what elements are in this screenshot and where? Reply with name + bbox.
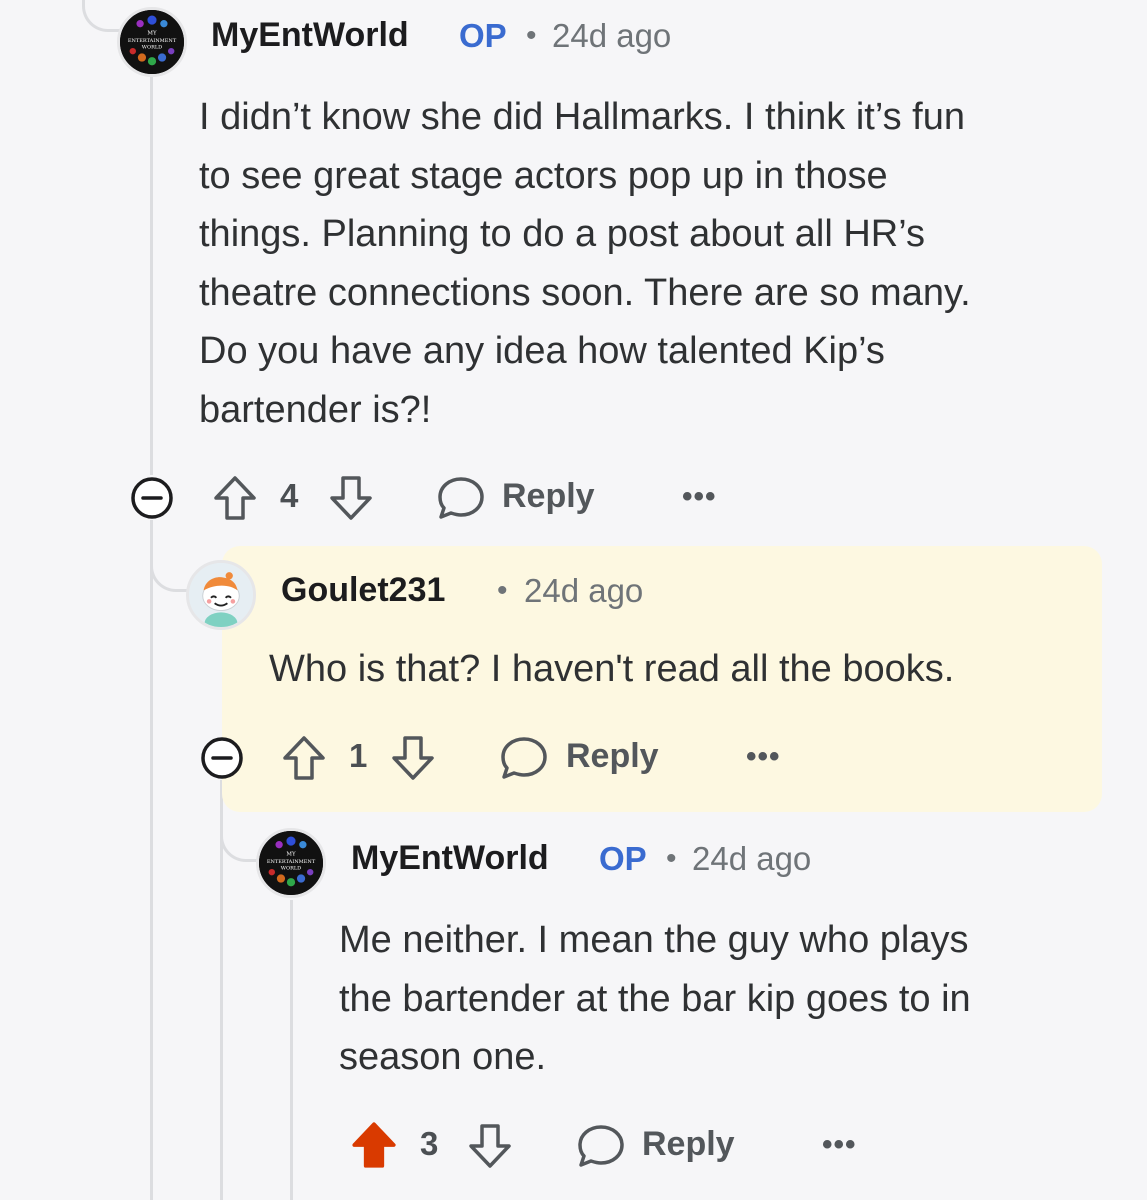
thread-line-level1-lower [150, 520, 153, 1200]
logo-text-1: MY [286, 852, 296, 858]
thread-line-level1 [150, 75, 153, 475]
reply-label: Reply [502, 477, 595, 515]
comment-body: Me neither. I mean the guy who plays the… [339, 911, 1119, 1087]
separator-dot: • [526, 19, 537, 52]
collapse-icon[interactable] [130, 476, 174, 520]
vote-count: 4 [280, 477, 299, 514]
username[interactable]: MyEntWorld [211, 16, 409, 55]
logo-text-3: WORLD [281, 865, 301, 871]
comment-line: bartender is?! [199, 388, 432, 431]
separator-dot: • [497, 574, 508, 607]
comment-line: theatre connections soon. There are so m… [199, 271, 971, 314]
more-options-icon[interactable]: ••• [746, 740, 781, 774]
timestamp[interactable]: 24d ago [552, 17, 671, 55]
logo-text-3: WORLD [142, 44, 162, 50]
timestamp[interactable]: 24d ago [524, 572, 643, 610]
downvote-icon[interactable] [467, 1122, 513, 1170]
comment-body: I didn’t know she did Hallmarks. I think… [199, 88, 1099, 439]
comment-line: Me neither. I mean the guy who plays [339, 919, 969, 961]
thread-connector-top [82, 0, 122, 32]
upvote-icon[interactable] [281, 734, 327, 782]
timestamp[interactable]: 24d ago [692, 840, 811, 878]
username[interactable]: MyEntWorld [351, 839, 549, 878]
comment-line: things. Planning to do a post about all … [199, 213, 925, 255]
snoo-avatar-icon [189, 563, 253, 627]
downvote-icon[interactable] [390, 734, 436, 782]
op-badge: OP [459, 17, 507, 54]
comment-line: the bartender at the bar kip goes to in [339, 977, 971, 1020]
reply-label: Reply [642, 1125, 735, 1163]
avatar[interactable]: MY ENTERTAINMENT WORLD [117, 7, 187, 77]
comment-bubble-icon [578, 1125, 624, 1167]
thread-line-level3 [290, 900, 293, 1200]
entertainment-world-logo-icon: MY ENTERTAINMENT WORLD [259, 831, 323, 895]
comment-line: I didn’t know she did Hallmarks. I think… [199, 96, 965, 138]
comment-bubble-icon [501, 737, 547, 779]
logo-text-2: ENTERTAINMENT [267, 859, 316, 865]
comment-line: Who is that? I haven't read all the book… [269, 648, 955, 690]
more-options-icon[interactable]: ••• [822, 1128, 857, 1162]
username[interactable]: Goulet231 [281, 571, 445, 610]
upvote-icon[interactable] [212, 474, 258, 522]
more-options-icon[interactable]: ••• [682, 480, 717, 514]
downvote-icon[interactable] [328, 474, 374, 522]
thread-connector-goulet [150, 520, 188, 592]
logo-text-1: MY [147, 31, 157, 37]
comment-line: Do you have any idea how talented Kip’s [199, 330, 885, 372]
separator-dot: • [666, 842, 677, 875]
comment-line: season one. [339, 1036, 547, 1078]
vote-count: 3 [420, 1125, 439, 1162]
comment-line: to see great stage actors pop up in thos… [199, 154, 888, 197]
logo-text-2: ENTERTAINMENT [128, 38, 177, 44]
reply-label: Reply [566, 737, 659, 775]
comment-bubble-icon [438, 477, 484, 519]
comment-body: Who is that? I haven't read all the book… [269, 640, 1089, 699]
avatar[interactable] [186, 560, 256, 630]
entertainment-world-logo-icon: MY ENTERTAINMENT WORLD [120, 10, 184, 74]
upvote-icon[interactable] [350, 1120, 398, 1170]
op-badge: OP [599, 840, 647, 877]
collapse-icon[interactable] [200, 736, 244, 780]
vote-count: 1 [349, 737, 368, 774]
avatar[interactable]: MY ENTERTAINMENT WORLD [256, 828, 326, 898]
